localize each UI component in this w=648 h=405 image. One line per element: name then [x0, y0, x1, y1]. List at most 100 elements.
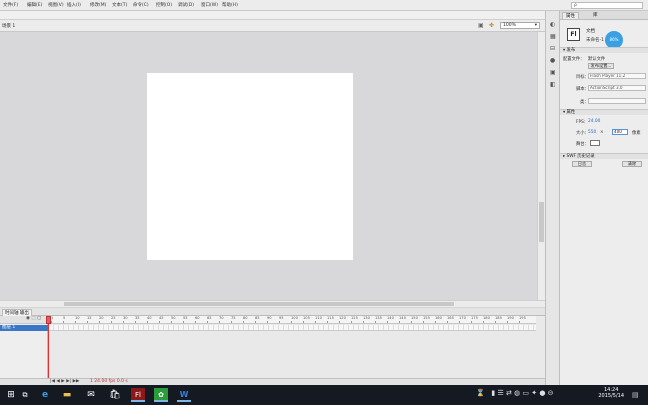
edit-symbol-icon[interactable]: ✤ [489, 22, 494, 29]
ruler-tick [267, 321, 268, 323]
horizontal-scrollbar[interactable] [0, 300, 545, 307]
word-icon[interactable]: W [177, 388, 191, 402]
menu-modify[interactable]: 修改(M) [90, 2, 106, 8]
menu-control[interactable]: 控制(O) [156, 2, 172, 8]
ruler-label: 160 [435, 316, 442, 320]
system-tray[interactable]: ⌛ ▮ ☰ ⇄ ◍ ▭ ✦ ● ⊝ [476, 389, 554, 397]
log-button[interactable]: 日志 [572, 161, 592, 167]
playback-controls[interactable]: |◀ ◀ ▶ ▶| ▶▶ [50, 379, 80, 384]
layer-header: ◉ ⬚ ▢ [0, 316, 48, 324]
menu-edit[interactable]: 编辑(E) [27, 2, 42, 8]
file-explorer-icon[interactable]: ▬ [60, 388, 74, 402]
panel-tabs: 属性 库 [560, 11, 648, 20]
fps-label: FPS： [576, 120, 589, 125]
menu-insert[interactable]: 插入(I) [67, 2, 81, 8]
ruler-tick [411, 321, 412, 323]
ruler-label: 140 [387, 316, 394, 320]
notification-icon[interactable]: ▤ [632, 391, 639, 399]
scrollbar-thumb[interactable] [64, 302, 454, 306]
ruler-label: 110 [315, 316, 322, 320]
components-icon[interactable]: ◧ [550, 81, 556, 88]
stage-canvas[interactable] [147, 73, 353, 260]
class-field[interactable] [588, 98, 646, 104]
frame-ruler[interactable]: 1 5 10 15 20 25 30 35 40 45 50 55 60 65 70 75 80 85 90 95 10… [49, 316, 536, 324]
section-publish[interactable]: ▾ 发布 [560, 47, 648, 53]
ruler-tick [75, 321, 76, 323]
ruler-tick [135, 321, 136, 323]
layer-row[interactable]: 图层 1 [0, 325, 48, 331]
ruler-tick [483, 321, 484, 323]
ruler-tick [255, 321, 256, 323]
mail-icon[interactable]: ✉ [84, 388, 98, 402]
store-icon[interactable]: 🛍 [108, 388, 122, 402]
stage-color-swatch[interactable] [590, 140, 600, 146]
ruler-label: 95 [279, 316, 284, 320]
size-height-input[interactable]: 400 [612, 129, 628, 135]
scrollbar-thumb[interactable] [539, 202, 544, 242]
search-input[interactable]: ρ [571, 2, 643, 9]
size-label: 大小： [576, 131, 589, 136]
align-icon[interactable]: ⊟ [550, 45, 555, 52]
ruler-tick [87, 321, 88, 323]
ruler-label: 125 [351, 316, 358, 320]
windows-logo-icon[interactable]: ⊞ [4, 388, 18, 402]
playhead[interactable] [48, 316, 49, 378]
ruler-label: 50 [171, 316, 176, 320]
ruler-tick [51, 321, 52, 323]
timeline-tab-bar: 时间轴 输出 [0, 308, 545, 316]
flash-icon[interactable]: Fl [131, 388, 145, 402]
section-swf-history[interactable]: ▸ SWF 历史记录 [560, 153, 648, 159]
menu-file[interactable]: 文件(F) [3, 2, 18, 8]
ruler-label: 85 [255, 316, 260, 320]
ruler-tick [459, 321, 460, 323]
ruler-tick [519, 321, 520, 323]
menu-text[interactable]: 文本(T) [112, 2, 127, 8]
zoom-select[interactable]: 100% ▾ [500, 22, 540, 29]
ruler-label: 1 [51, 316, 54, 320]
info-icon[interactable]: ● [550, 57, 555, 64]
clear-button[interactable]: 清除 [622, 161, 642, 167]
frame-row[interactable] [49, 325, 536, 331]
layer-header-icons[interactable]: ◉ ⬚ ▢ [26, 316, 41, 321]
tab-timeline[interactable]: 时间轴 输出 [2, 309, 32, 316]
size-width[interactable]: 550 [588, 130, 596, 135]
tab-properties[interactable]: 属性 [562, 12, 579, 19]
vertical-scrollbar[interactable] [537, 32, 545, 300]
ruler-tick [315, 321, 316, 323]
section-properties[interactable]: ▾ 属性 [560, 109, 648, 115]
script-select[interactable]: ActionScript 3.0 [588, 85, 646, 91]
edge-icon[interactable]: e [38, 388, 52, 402]
ruler-tick [159, 321, 160, 323]
menu-help[interactable]: 帮助(H) [222, 2, 238, 8]
ruler-tick [183, 321, 184, 323]
menu-window[interactable]: 窗口(W) [201, 2, 218, 8]
ruler-tick [99, 321, 100, 323]
clock[interactable]: 14:24 2015/5/14 [598, 387, 624, 399]
playhead-handle[interactable] [46, 316, 51, 324]
ruler-label: 185 [495, 316, 502, 320]
fps-value[interactable]: 24.00 [588, 119, 600, 124]
size-unit: 像素 [632, 131, 641, 136]
menu-debug[interactable]: 调试(D) [178, 2, 194, 8]
script-label: 脚本： [576, 87, 589, 92]
target-select[interactable]: Flash Player 11.2 [588, 73, 646, 79]
edit-scene-icon[interactable]: ▣ [478, 22, 484, 29]
publish-settings-button[interactable]: 发布设置... [588, 63, 614, 69]
ruler-label: 155 [423, 316, 430, 320]
green-app-icon[interactable]: ✿ [154, 388, 168, 402]
transform-icon[interactable]: ▣ [550, 69, 556, 76]
ruler-label: 190 [507, 316, 514, 320]
tab-library[interactable]: 库 [590, 12, 601, 18]
ruler-label: 115 [327, 316, 334, 320]
panel-icon-strip: ◐ ▦ ⊟ ● ▣ ◧ [545, 11, 560, 385]
menu-view[interactable]: 视图(V) [48, 2, 64, 8]
swatches-icon[interactable]: ▦ [550, 33, 556, 40]
document-type-icon: Fl [567, 28, 580, 41]
ruler-tick [447, 321, 448, 323]
ruler-tick [195, 321, 196, 323]
color-icon[interactable]: ◐ [550, 21, 555, 28]
task-view-icon[interactable]: ⧉ [18, 388, 32, 402]
layer-name: 图层 1 [2, 325, 16, 330]
ruler-label: 195 [519, 316, 526, 320]
menu-commands[interactable]: 命令(C) [133, 2, 149, 8]
